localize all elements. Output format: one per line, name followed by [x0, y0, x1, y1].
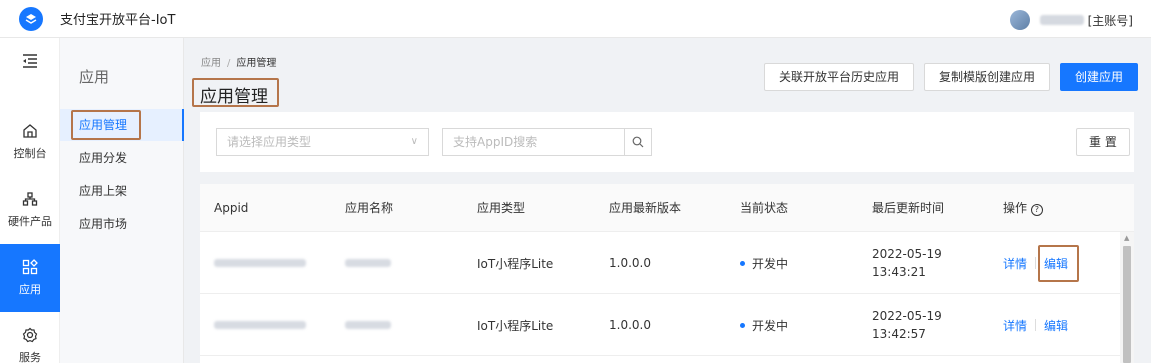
operations-cell: 详情 编辑: [1003, 232, 1068, 294]
menu-collapse-icon[interactable]: [22, 54, 38, 68]
sub-nav: 应用 应用管理 应用分发 应用上架 应用市场: [60, 38, 184, 363]
chevron-down-icon: ∨: [410, 136, 418, 147]
subnav-title: 应用: [79, 68, 110, 86]
table-row: IoT小程序Lite 1.0.0.0 开发中 2022-05-19 13:42:5…: [200, 294, 1134, 356]
table-row: IoT小程序Lite 1.0.0.0 开发中 2022-05-19 13:43:2…: [200, 232, 1134, 294]
subnav-item-label: 应用管理: [79, 118, 128, 132]
detail-link[interactable]: 详情: [1003, 255, 1027, 272]
scroll-up-icon[interactable]: ▲: [1124, 234, 1129, 242]
rail-item-hardware[interactable]: 硬件产品: [0, 176, 60, 244]
appid-cell-redacted: [214, 294, 306, 356]
status-dot: [740, 322, 745, 328]
page-title: 应用管理: [200, 87, 268, 107]
search-input[interactable]: 支持AppID搜索: [443, 129, 625, 155]
filter-bar: 请选择应用类型 ∨ 支持AppID搜索 重 置: [200, 112, 1134, 172]
app-name-cell-redacted: [345, 232, 391, 294]
column-header: 应用最新版本: [609, 201, 682, 215]
icon-rail: 控制台 硬件产品 应用 服务: [0, 38, 60, 363]
rail-item-service[interactable]: 服务: [0, 312, 60, 363]
column-header: 当前状态: [740, 201, 789, 215]
version-cell: 1.0.0.0: [609, 318, 651, 332]
subnav-item-label: 应用分发: [79, 151, 128, 165]
app-title: 支付宝开放平台-IoT: [60, 13, 176, 28]
subnav-item-app-management[interactable]: 应用管理: [60, 109, 184, 141]
breadcrumb-separator: /: [227, 58, 231, 69]
status-text: 开发中: [752, 318, 789, 333]
scrollbar-thumb[interactable]: [1123, 246, 1131, 363]
account-menu[interactable]: [主账号]: [1009, 10, 1133, 30]
breadcrumb-current: 应用管理: [236, 58, 277, 69]
updated-date: 2022-05-19: [872, 247, 942, 261]
column-header: Appid: [214, 201, 249, 215]
appid-search[interactable]: 支持AppID搜索: [442, 128, 652, 156]
logo-icon: [25, 13, 37, 24]
status-cell: 开发中: [740, 232, 788, 294]
operations-label: 操作: [1003, 201, 1028, 215]
app-type-select[interactable]: 请选择应用类型 ∨: [216, 128, 429, 156]
app-type-cell: IoT小程序Lite: [477, 318, 554, 333]
updated-date: 2022-05-19: [872, 309, 942, 323]
status-text: 开发中: [752, 256, 789, 271]
rail-item-label: 控制台: [13, 147, 47, 160]
breadcrumb-root[interactable]: 应用: [201, 58, 221, 69]
app-type-cell: IoT小程序Lite: [477, 256, 554, 271]
app-type-placeholder: 请选择应用类型: [227, 135, 312, 149]
subnav-item-app-listing[interactable]: 应用上架: [60, 175, 184, 207]
column-header: 最后更新时间: [872, 201, 945, 215]
hardware-icon: [22, 192, 38, 206]
breadcrumb: 应用 / 应用管理: [201, 54, 276, 69]
updated-time: 13:42:57: [872, 327, 926, 341]
top-bar: 支付宝开放平台-IoT [主账号]: [0, 0, 1151, 38]
subnav-item-label: 应用市场: [79, 217, 128, 231]
divider: [1035, 257, 1037, 269]
rail-item-label: 应用: [19, 283, 41, 296]
subnav-item-app-market[interactable]: 应用市场: [60, 208, 184, 240]
copy-template-button[interactable]: 复制模版创建应用: [924, 63, 1051, 91]
edit-link[interactable]: 编辑: [1044, 317, 1068, 334]
main-content: 应用 / 应用管理 应用管理 关联开放平台历史应用 复制模版创建应用 创建应用 请选…: [184, 38, 1151, 363]
edit-link[interactable]: 编辑: [1044, 255, 1068, 272]
column-header: 操作 ?: [1003, 184, 1043, 232]
create-app-button[interactable]: 创建应用: [1060, 63, 1139, 91]
reset-button[interactable]: 重 置: [1076, 128, 1130, 156]
updated-time-cell: 2022-05-19 13:42:57: [872, 294, 942, 356]
version-cell: 1.0.0.0: [609, 256, 651, 270]
apps-icon: [22, 259, 38, 275]
account-name-redacted: [1039, 15, 1084, 25]
rail-item-label: 硬件产品: [8, 215, 52, 228]
search-button[interactable]: [625, 129, 651, 155]
table-scrollbar[interactable]: ▲: [1120, 232, 1134, 363]
subnav-item-label: 应用上架: [79, 184, 128, 198]
home-icon: [23, 124, 37, 138]
app-name-cell-redacted: [345, 294, 391, 356]
app-table: Appid 应用名称 应用类型 应用最新版本 当前状态 最后更新时间 操作 ? …: [200, 184, 1134, 363]
status-cell: 开发中: [740, 294, 788, 356]
column-header: 应用名称: [345, 201, 394, 215]
updated-time: 13:43:21: [872, 265, 926, 279]
logo[interactable]: [19, 6, 43, 31]
rail-item-label: 服务: [19, 351, 41, 363]
rail-item-apps[interactable]: 应用: [0, 244, 60, 312]
detail-link[interactable]: 详情: [1003, 317, 1027, 334]
appid-cell-redacted: [214, 232, 306, 294]
help-icon[interactable]: ?: [1030, 204, 1043, 216]
account-tag: [主账号]: [1087, 13, 1133, 28]
operations-cell: 详情 编辑: [1003, 294, 1068, 356]
rail-item-console[interactable]: 控制台: [0, 108, 60, 176]
search-icon: [632, 136, 644, 148]
updated-time-cell: 2022-05-19 13:43:21: [872, 232, 942, 294]
status-dot: [740, 260, 745, 266]
subnav-item-app-distribution[interactable]: 应用分发: [60, 142, 184, 174]
link-history-apps-button[interactable]: 关联开放平台历史应用: [764, 63, 915, 91]
service-icon: [22, 327, 38, 343]
table-header: Appid 应用名称 应用类型 应用最新版本 当前状态 最后更新时间 操作 ?: [200, 184, 1134, 232]
avatar: [1009, 10, 1030, 30]
divider: [1035, 319, 1037, 331]
column-header: 应用类型: [477, 201, 526, 215]
